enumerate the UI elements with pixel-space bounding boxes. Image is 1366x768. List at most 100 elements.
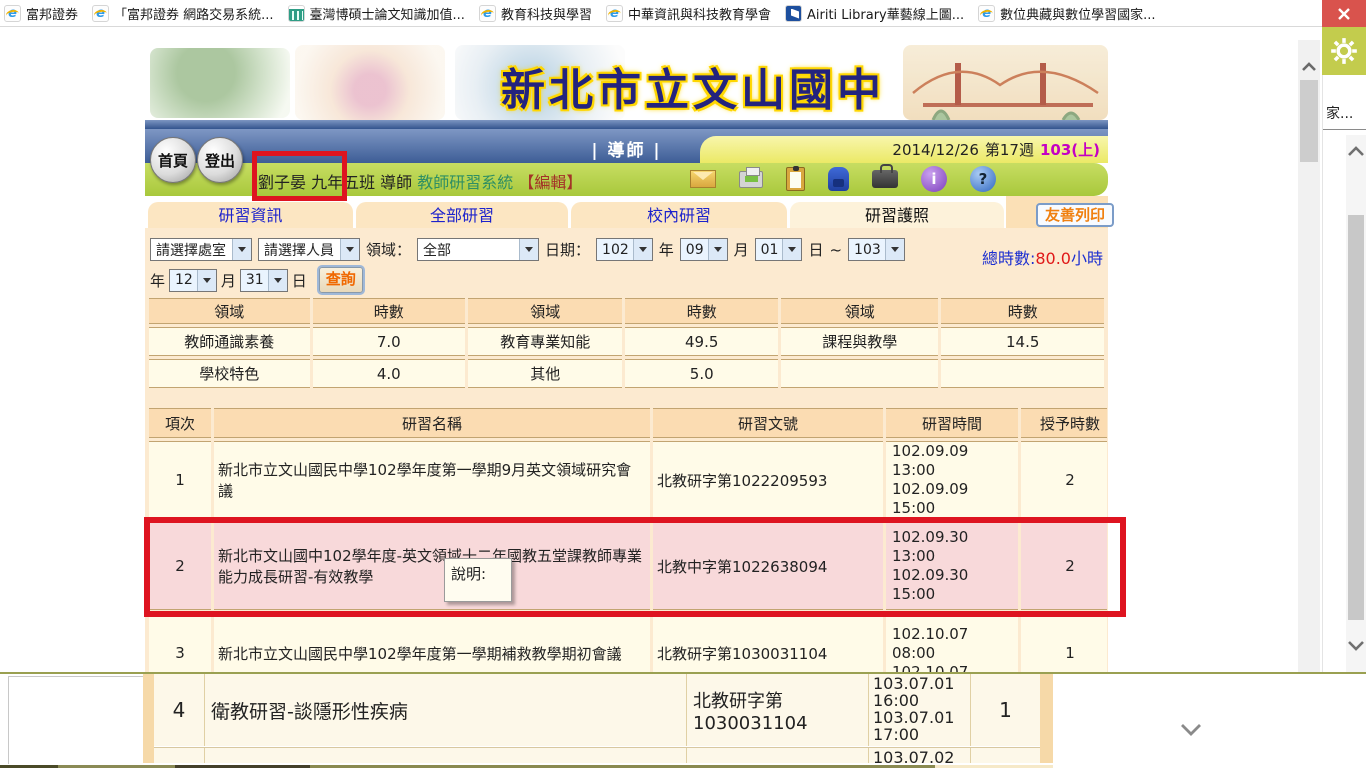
favorite-label: 數位典藏與數位學習國家... xyxy=(1000,4,1155,23)
hours-header: 時數 xyxy=(941,298,1104,324)
tilde: ~ xyxy=(829,241,842,259)
to-day-select[interactable]: 31 xyxy=(240,269,288,292)
friendly-print-button[interactable]: 友善列印 xyxy=(1036,203,1114,227)
favorite-label: 中華資訊與科技教育學會 xyxy=(628,4,771,23)
close-button[interactable] xyxy=(1322,0,1366,27)
row-no: 3 xyxy=(149,613,211,672)
school-title: 新北市立文山國中 xyxy=(475,54,911,118)
total-hours-value: 80.0 xyxy=(1035,249,1071,268)
row-time: 103.07.01 16:00 103.07.01 17:00 xyxy=(868,674,970,746)
favorite-label: 臺灣博碩士論文知識加值... xyxy=(310,4,465,23)
logout-button[interactable]: 登出 xyxy=(197,137,243,183)
outer-vertical-scrollbar[interactable] xyxy=(1298,40,1320,672)
row-name[interactable]: 衛教研習-談隱形性疾病 xyxy=(204,674,686,746)
favorite-item-ndltd[interactable]: 臺灣博碩士論文知識加值... xyxy=(288,4,465,23)
help-icon[interactable]: ? xyxy=(970,166,996,192)
from-month-select[interactable]: 09 xyxy=(680,238,728,261)
domain-label: 領域： xyxy=(366,239,411,260)
col-no: 項次 xyxy=(149,408,211,438)
next-row-cell xyxy=(154,748,204,763)
domain-header: 領域 xyxy=(468,298,622,324)
hours-header: 時數 xyxy=(625,298,777,324)
mail-icon[interactable] xyxy=(690,170,716,188)
bottom-band: 4 衛教研習-談隱形性疾病 北教研字第1030031104 103.07.01 … xyxy=(0,672,1366,768)
scrollbar-thumb[interactable] xyxy=(1300,80,1318,162)
info-icon[interactable]: i xyxy=(921,166,947,192)
scroll-up-arrow[interactable] xyxy=(1298,55,1320,77)
person-select[interactable]: 請選擇人員 xyxy=(258,238,360,261)
scrollbar-thumb[interactable] xyxy=(1348,215,1364,620)
table-row[interactable]: 1 新北市立文山國民中學102學年度第一學期9月英文領域研究會議 北教研字第10… xyxy=(149,441,1107,519)
inner-vertical-scrollbar[interactable] xyxy=(1346,135,1366,672)
from-year-select[interactable]: 102 xyxy=(596,238,653,261)
favorite-label: 「富邦證券 網路交易系統... xyxy=(114,4,274,23)
screen: e 富邦證券 e 「富邦證券 網路交易系統... 臺灣博碩士論文知識加值... … xyxy=(0,0,1366,768)
row-doc: 北教研字第1022209593 xyxy=(653,441,883,519)
toolbar-icons: i ? xyxy=(690,166,996,192)
panel-divider xyxy=(1323,129,1366,130)
chevron-down-icon[interactable] xyxy=(1178,722,1204,738)
ie-icon: e xyxy=(92,5,109,22)
row-doc: 北教研字第1030031104 xyxy=(653,613,883,672)
tab-training-info[interactable]: 研習資訊 xyxy=(148,202,353,228)
ie-icon: e xyxy=(479,5,496,22)
close-icon xyxy=(1337,7,1351,21)
chevron-down-icon xyxy=(519,239,538,260)
favorite-item-edtech[interactable]: e 教育科技與學習 xyxy=(479,4,592,23)
book-icon xyxy=(785,5,802,22)
row-time: 102.09.09 13:00 102.09.09 15:00 xyxy=(886,441,1018,519)
row-doc: 北教研字第1030031104 xyxy=(686,674,868,746)
edit-link[interactable]: 【編輯】 xyxy=(518,173,582,192)
chevron-down-icon xyxy=(268,270,287,291)
system-link[interactable]: 教師研習系統 xyxy=(417,173,513,192)
favorite-item-fubon[interactable]: e 富邦證券 xyxy=(4,4,78,23)
row-no: 1 xyxy=(149,441,211,519)
chevron-down-icon xyxy=(340,239,359,260)
tab-training-passport[interactable]: 研習護照 xyxy=(790,202,1004,228)
tab-all-training[interactable]: 全部研習 xyxy=(356,202,568,228)
favorite-item-cite[interactable]: e 中華資訊與科技教育學會 xyxy=(606,4,771,23)
day-suffix: 日 xyxy=(292,270,307,291)
chevron-down-icon xyxy=(782,239,801,260)
briefcase-icon[interactable] xyxy=(872,170,898,188)
next-row-cell xyxy=(970,748,1040,763)
printer-icon[interactable] xyxy=(739,171,763,188)
col-doc: 研習文號 xyxy=(653,408,883,438)
domain-select[interactable]: 全部 xyxy=(417,238,539,261)
to-month-select[interactable]: 12 xyxy=(169,269,217,292)
backpack-icon[interactable] xyxy=(828,167,849,191)
favorite-item-digital-archives[interactable]: e 數位典藏與數位學習國家... xyxy=(978,4,1155,23)
from-day-select[interactable]: 01 xyxy=(755,238,803,261)
ie-icon: e xyxy=(4,5,21,22)
row-no: 4 xyxy=(154,674,204,746)
annotation-box-row2 xyxy=(144,517,1126,617)
chevron-down-icon[interactable] xyxy=(1346,640,1366,652)
summary-header-row: 領域 時數 領域 時數 領域 時數 xyxy=(149,298,1104,324)
query-button[interactable]: 查詢 xyxy=(319,267,363,293)
ie-icon: e xyxy=(978,5,995,22)
favorite-item-airiti[interactable]: Airiti Library華藝線上圖... xyxy=(785,4,964,23)
col-name: 研習名稱 xyxy=(214,408,650,438)
home-button[interactable]: 首頁 xyxy=(150,137,196,183)
banner-illustration-children xyxy=(295,45,445,120)
row-name: 新北市立文山國民中學102學年度第一學期9月英文領域研究會議 xyxy=(214,441,650,519)
favorite-label: 富邦證券 xyxy=(26,4,78,23)
hours-summary-table: 領域 時數 領域 時數 領域 時數 教師通識素養 7.0 教育專業知能 49.5… xyxy=(146,295,1107,391)
clipboard-icon[interactable] xyxy=(786,167,805,191)
favorite-item-fubon-trade[interactable]: e 「富邦證券 網路交易系統... xyxy=(92,4,274,23)
filter-row-2: 年 12 月 31 日 查詢 xyxy=(150,267,363,293)
chevron-down-icon xyxy=(232,239,251,260)
settings-gear-button[interactable] xyxy=(1322,27,1366,75)
band-left-strip xyxy=(143,674,154,763)
hours-cell: 4.0 xyxy=(313,359,465,388)
hours-cell: 7.0 xyxy=(313,327,465,356)
department-select[interactable]: 請選擇處室 xyxy=(150,238,252,261)
tab-school-training[interactable]: 校內研習 xyxy=(571,202,787,228)
domain-cell: 課程與教學 xyxy=(781,327,939,356)
next-row-time: 103.07.02 xyxy=(868,748,970,763)
current-date: 2014/12/26 xyxy=(892,141,978,159)
gear-icon xyxy=(1330,37,1358,65)
chevron-up-icon[interactable] xyxy=(1346,145,1366,157)
col-time: 研習時間 xyxy=(886,408,1018,438)
table-row[interactable]: 3 新北市立文山國民中學102學年度第一學期補救教學期初會議 北教研字第1030… xyxy=(149,613,1107,672)
